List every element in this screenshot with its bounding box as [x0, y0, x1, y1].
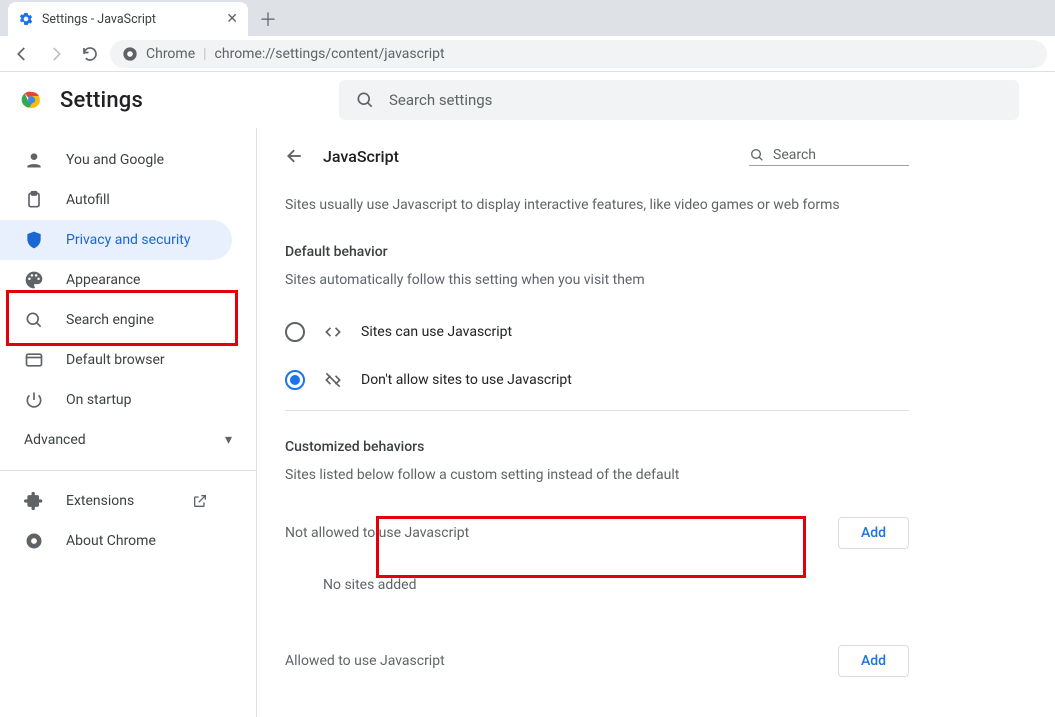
sidebar-item-label: Extensions: [66, 493, 134, 509]
sidebar-item-label: Appearance: [66, 272, 140, 288]
browser-toolbar: Chrome | chrome://settings/content/javas…: [0, 36, 1055, 72]
search-placeholder: Search settings: [389, 91, 492, 109]
sidebar-item-appearance[interactable]: Appearance: [0, 260, 232, 300]
radio-allow-js[interactable]: Sites can use Javascript: [285, 308, 909, 356]
close-icon[interactable]: ✕: [226, 11, 238, 27]
page-title: Settings: [60, 88, 143, 113]
sidebar-item-label: You and Google: [66, 152, 164, 168]
chrome-badge-icon: [122, 46, 138, 62]
person-icon: [24, 150, 44, 170]
code-off-icon: [323, 370, 343, 390]
clipboard-icon: [24, 190, 44, 210]
search-icon: [749, 147, 765, 163]
radio-label: Don't allow sites to use Javascript: [361, 372, 572, 388]
search-icon: [24, 310, 44, 330]
content-search-input[interactable]: Search: [749, 147, 909, 166]
add-allowed-button[interactable]: Add: [838, 645, 909, 677]
search-settings-input[interactable]: Search settings: [339, 80, 1019, 120]
url-text: chrome://settings/content/javascript: [215, 46, 445, 62]
tab-title: Settings - JavaScript: [42, 12, 156, 27]
default-behavior-sub: Sites automatically follow this setting …: [285, 272, 909, 288]
content-description: Sites usually use Javascript to display …: [285, 194, 909, 216]
sidebar-item-label: Autofill: [66, 192, 110, 208]
external-link-icon: [192, 493, 208, 509]
sidebar-item-default-browser[interactable]: Default browser: [0, 340, 232, 380]
chrome-icon: [24, 531, 44, 551]
sidebar-item-search-engine[interactable]: Search engine: [0, 300, 232, 340]
customized-behaviors-heading: Customized behaviors: [285, 439, 909, 455]
not-allowed-heading: Not allowed to use Javascript: [285, 525, 469, 541]
extension-icon: [24, 491, 44, 511]
back-button[interactable]: [8, 40, 36, 68]
sidebar: You and Google Autofill Privacy and secu…: [0, 128, 256, 717]
gear-icon: [18, 11, 34, 27]
power-icon: [24, 390, 44, 410]
no-sites-text: No sites added: [285, 563, 909, 607]
sidebar-item-on-startup[interactable]: On startup: [0, 380, 232, 420]
radio-button-icon: [285, 322, 305, 342]
forward-button[interactable]: [42, 40, 70, 68]
address-bar[interactable]: Chrome | chrome://settings/content/javas…: [110, 40, 1047, 68]
sidebar-item-label: Default browser: [66, 352, 165, 368]
radio-label: Sites can use Javascript: [361, 324, 512, 340]
allowed-heading: Allowed to use Javascript: [285, 653, 445, 669]
palette-icon: [24, 270, 44, 290]
default-behavior-heading: Default behavior: [285, 244, 909, 260]
sidebar-item-you-and-google[interactable]: You and Google: [0, 140, 232, 180]
customized-behaviors-sub: Sites listed below follow a custom setti…: [285, 467, 909, 483]
divider: [285, 410, 909, 411]
sidebar-advanced-toggle[interactable]: Advanced ▾: [0, 420, 256, 460]
shield-icon: [24, 230, 44, 250]
settings-header: Settings Search settings: [0, 72, 1055, 128]
browser-tab-strip: Settings - JavaScript ✕ ＋: [0, 0, 1055, 36]
new-tab-button[interactable]: ＋: [254, 5, 282, 33]
chevron-down-icon: ▾: [225, 432, 232, 448]
sidebar-item-about-chrome[interactable]: About Chrome: [0, 521, 232, 561]
advanced-label: Advanced: [24, 432, 86, 448]
sidebar-item-autofill[interactable]: Autofill: [0, 180, 232, 220]
sidebar-item-label: On startup: [66, 392, 132, 408]
radio-button-icon: [285, 370, 305, 390]
chrome-logo-icon: [20, 88, 44, 112]
search-icon: [355, 90, 375, 110]
add-not-allowed-button[interactable]: Add: [838, 517, 909, 549]
browser-icon: [24, 350, 44, 370]
code-icon: [323, 322, 343, 342]
back-arrow-button[interactable]: [285, 146, 305, 166]
divider: [0, 470, 256, 471]
content-pane: JavaScript Search Sites usually use Java…: [257, 128, 937, 717]
reload-button[interactable]: [76, 40, 104, 68]
content-title: JavaScript: [323, 147, 399, 166]
browser-tab[interactable]: Settings - JavaScript ✕: [8, 2, 248, 36]
sidebar-item-label: About Chrome: [66, 533, 156, 549]
sidebar-item-privacy-security[interactable]: Privacy and security: [0, 220, 232, 260]
url-prefix: Chrome: [146, 46, 195, 62]
sidebar-item-label: Search engine: [66, 312, 154, 328]
divider: |: [203, 46, 206, 62]
radio-block-js[interactable]: Don't allow sites to use Javascript: [285, 356, 909, 404]
search-placeholder: Search: [773, 147, 816, 163]
sidebar-item-extensions[interactable]: Extensions: [0, 481, 232, 521]
sidebar-item-label: Privacy and security: [66, 232, 190, 248]
